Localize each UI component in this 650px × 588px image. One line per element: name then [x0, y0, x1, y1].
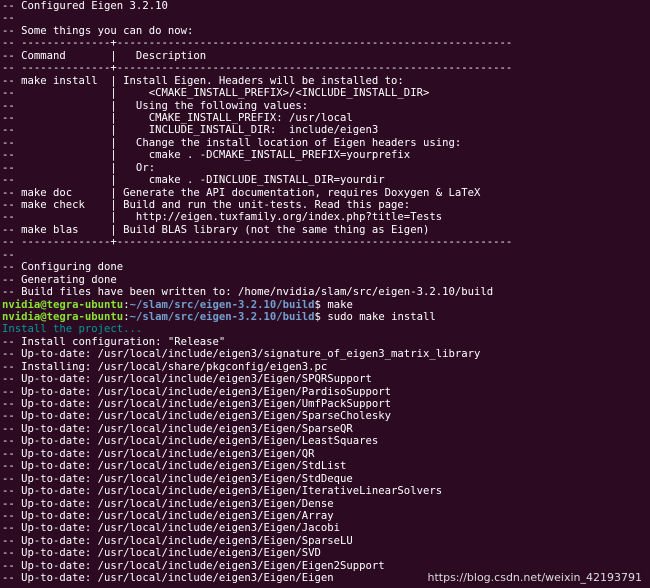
terminal-line: -- Up-to-date: /usr/local/include/eigen3… [2, 373, 372, 386]
terminal-line: -- | Or: [2, 161, 156, 174]
terminal-line: -- | CMAKE_INSTALL_PREFIX: /usr/local [2, 111, 353, 124]
terminal-window[interactable]: -- Configured Eigen 3.2.10 -- -- Some thin… [0, 0, 650, 588]
terminal-line: -- Command | Description [2, 49, 207, 62]
terminal-line: -- | http://eigen.tuxfamily.org/index.ph… [2, 211, 443, 224]
terminal-line: -- [2, 248, 15, 261]
prompt-symbol: $ [314, 310, 328, 323]
terminal-line: -- --------------+----------------------… [2, 37, 513, 50]
terminal-line: -- Installing: /usr/local/share/pkgconfi… [2, 360, 328, 373]
terminal-line: -- Up-to-date: /usr/local/include/eigen3… [2, 472, 353, 485]
prompt-path: ~/slam/src/eigen-3.2.10/build [129, 298, 315, 311]
terminal-line: -- --------------+----------------------… [2, 62, 513, 75]
terminal-line: -- Configured Eigen 3.2.10 [2, 0, 168, 12]
prompt-user: nvidia@tegra-ubuntu [2, 298, 124, 311]
typed-command: sudo make install [327, 310, 436, 323]
prompt-symbol: $ [314, 298, 328, 311]
terminal-info-line: Install the project... [2, 323, 143, 336]
terminal-line: -- Up-to-date: /usr/local/include/eigen3… [2, 547, 321, 560]
terminal-line: -- Up-to-date: /usr/local/include/eigen3… [2, 522, 341, 535]
terminal-line: -- make doc | Generate the API documenta… [2, 186, 481, 199]
terminal-line: -- Up-to-date: /usr/local/include/eigen3… [2, 435, 379, 448]
terminal-line: -- Some things you can do now: [2, 24, 194, 37]
terminal-line: -- | cmake . -DCMAKE_INSTALL_PREFIX=your… [2, 149, 411, 162]
terminal-line: -- [2, 12, 15, 25]
terminal-line: -- Up-to-date: /usr/local/include/eigen3… [2, 422, 353, 435]
terminal-line: -- Up-to-date: /usr/local/include/eigen3… [2, 447, 315, 460]
terminal-prompt-line: nvidia@tegra-ubuntu:~/slam/src/eigen-3.2… [2, 311, 650, 323]
terminal-line: -- Up-to-date: /usr/local/include/eigen3… [2, 410, 392, 423]
terminal-line: -- | Change the install location of Eige… [2, 136, 462, 149]
terminal-line: -- Up-to-date: /usr/local/include/eigen3… [2, 534, 353, 547]
terminal-line: -- Generating done [2, 273, 117, 286]
terminal-line: -- Up-to-date: /usr/local/include/eigen3… [2, 348, 481, 361]
terminal-line: -- Configuring done [2, 261, 124, 274]
terminal-line: -- Up-to-date: /usr/local/include/eigen3… [2, 497, 334, 510]
terminal-line: -- make blas | Build BLAS library (not t… [2, 223, 430, 236]
terminal-line: -- make install | Install Eigen. Headers… [2, 74, 404, 87]
terminal-line: -- Up-to-date: /usr/local/include/eigen3… [2, 398, 392, 410]
terminal-line: -- | INCLUDE_INSTALL_DIR: include/eigen3 [2, 124, 379, 137]
terminal-line: -- Up-to-date: /usr/local/include/eigen3… [2, 485, 443, 498]
terminal-line: -- Build files have been written to: /ho… [2, 286, 494, 299]
prompt-path: ~/slam/src/eigen-3.2.10/build [129, 310, 315, 323]
terminal-line: -- | cmake . -DINCLUDE_INSTALL_DIR=yourd… [2, 174, 385, 187]
terminal-line: -- make check | Build and run the unit-t… [2, 199, 411, 211]
prompt-user: nvidia@tegra-ubuntu [2, 310, 124, 323]
terminal-line: -- Up-to-date: /usr/local/include/eigen3… [2, 460, 347, 473]
terminal-prompt-line: nvidia@tegra-ubuntu:~/slam/src/eigen-3.2… [2, 299, 650, 311]
terminal-line: -- Up-to-date: /usr/local/include/eigen3… [2, 385, 392, 398]
terminal-line: -- --------------+----------------------… [2, 236, 513, 249]
typed-command: make [327, 298, 353, 311]
terminal-line: -- Up-to-date: /usr/local/include/eigen3… [2, 509, 334, 522]
terminal-line: -- Install configuration: "Release" [2, 335, 226, 348]
watermark: https://blog.csdn.net/weixin_42193791 [425, 571, 644, 584]
terminal-line: -- | Using the following values: [2, 99, 309, 112]
terminal-line: -- | <CMAKE_INSTALL_PREFIX>/<INCLUDE_INS… [2, 87, 430, 100]
terminal-output: -- Configured Eigen 3.2.10 -- -- Some thin… [2, 0, 650, 585]
